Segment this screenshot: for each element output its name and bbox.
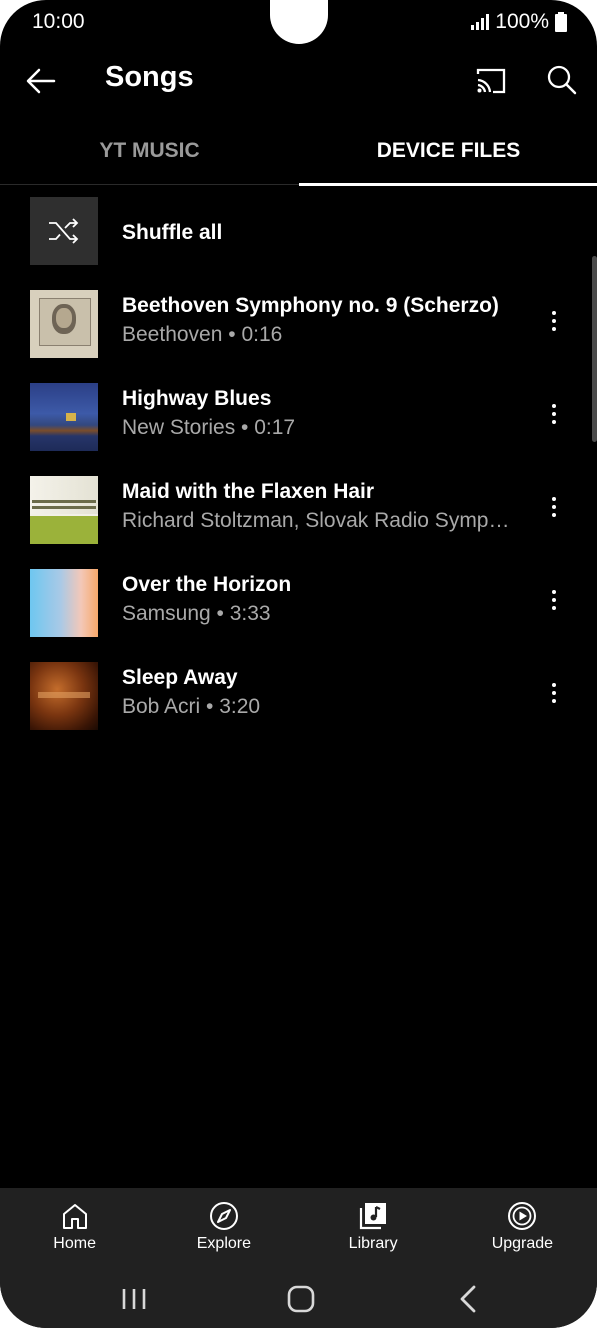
- song-row[interactable]: Highway Blues New Stories • 0:17: [0, 372, 597, 465]
- battery-icon: [555, 12, 567, 32]
- shuffle-thumbnail: [30, 197, 98, 265]
- system-back-icon[interactable]: [452, 1282, 486, 1316]
- song-row[interactable]: Over the Horizon Samsung • 3:33: [0, 558, 597, 651]
- search-icon[interactable]: [546, 64, 578, 96]
- song-list: Shuffle all Beethoven Symphony no. 9 (Sc…: [0, 186, 597, 744]
- song-subtitle: Beethoven • 0:16: [122, 323, 283, 346]
- signal-icon: [471, 14, 490, 30]
- app-bar: Songs: [0, 46, 597, 114]
- song-row[interactable]: Beethoven Symphony no. 9 (Scherzo) Beeth…: [0, 279, 597, 372]
- more-options-icon[interactable]: [540, 679, 568, 707]
- recent-apps-icon[interactable]: [117, 1282, 151, 1316]
- album-art-beethoven: [30, 290, 98, 358]
- tab-bar: YT MUSIC DEVICE FILES: [0, 118, 597, 186]
- phone-screen: 10:00 100% Songs YT MUSIC DEVICE FILES S…: [0, 0, 597, 1328]
- shuffle-all-label: Shuffle all: [122, 221, 223, 244]
- song-title: Beethoven Symphony no. 9 (Scherzo): [122, 294, 499, 317]
- scrollbar-thumb[interactable]: [592, 256, 597, 442]
- album-art-richard-stoltzman: [30, 476, 98, 544]
- nav-library[interactable]: Library: [299, 1188, 448, 1272]
- song-subtitle: New Stories • 0:17: [122, 416, 296, 439]
- nav-label-home: Home: [53, 1235, 96, 1252]
- song-row[interactable]: Sleep Away Bob Acri • 3:20: [0, 651, 597, 744]
- song-subtitle: Richard Stoltzman, Slovak Radio Symphony…: [122, 509, 518, 532]
- album-art-new-stories: [30, 383, 98, 451]
- album-art-samsung: [30, 569, 98, 637]
- song-subtitle: Samsung • 3:33: [122, 602, 271, 625]
- nav-label-library: Library: [348, 1235, 398, 1252]
- bottom-navigation: Home Explore Library Upgrade: [0, 1188, 597, 1272]
- tab-yt-music[interactable]: YT MUSIC: [0, 118, 299, 184]
- song-title: Maid with the Flaxen Hair: [122, 480, 375, 503]
- shuffle-icon: [49, 218, 79, 244]
- song-title: Sleep Away: [122, 666, 238, 689]
- album-art-bob-acri: [30, 662, 98, 730]
- home-icon: [62, 1204, 87, 1229]
- compass-icon: [209, 1202, 238, 1230]
- more-options-icon[interactable]: [540, 586, 568, 614]
- library-icon: [360, 1203, 387, 1230]
- cast-icon[interactable]: [474, 64, 508, 98]
- song-row[interactable]: Maid with the Flaxen Hair Richard Stoltz…: [0, 465, 597, 558]
- song-title: Highway Blues: [122, 387, 272, 410]
- status-time: 10:00: [32, 10, 85, 33]
- nav-label-explore: Explore: [196, 1235, 251, 1252]
- system-navigation-bar: [0, 1272, 597, 1328]
- nav-label-upgrade: Upgrade: [491, 1235, 554, 1252]
- more-options-icon[interactable]: [540, 493, 568, 521]
- nav-explore[interactable]: Explore: [149, 1188, 298, 1272]
- song-subtitle: Bob Acri • 3:20: [122, 695, 261, 718]
- more-options-icon[interactable]: [540, 307, 568, 335]
- back-arrow-icon[interactable]: [24, 64, 58, 98]
- nav-home[interactable]: Home: [0, 1188, 149, 1272]
- upgrade-icon: [508, 1202, 537, 1230]
- song-title: Over the Horizon: [122, 573, 292, 596]
- nav-upgrade[interactable]: Upgrade: [448, 1188, 597, 1272]
- home-button-icon[interactable]: [284, 1282, 318, 1316]
- status-bar: 10:00 100%: [0, 0, 597, 46]
- more-options-icon[interactable]: [540, 400, 568, 428]
- battery-percent: 100%: [495, 10, 549, 33]
- tab-device-files[interactable]: DEVICE FILES: [299, 118, 597, 184]
- status-indicators: 100%: [471, 10, 567, 34]
- page-title: Songs: [105, 61, 194, 93]
- shuffle-all-row[interactable]: Shuffle all: [0, 186, 597, 279]
